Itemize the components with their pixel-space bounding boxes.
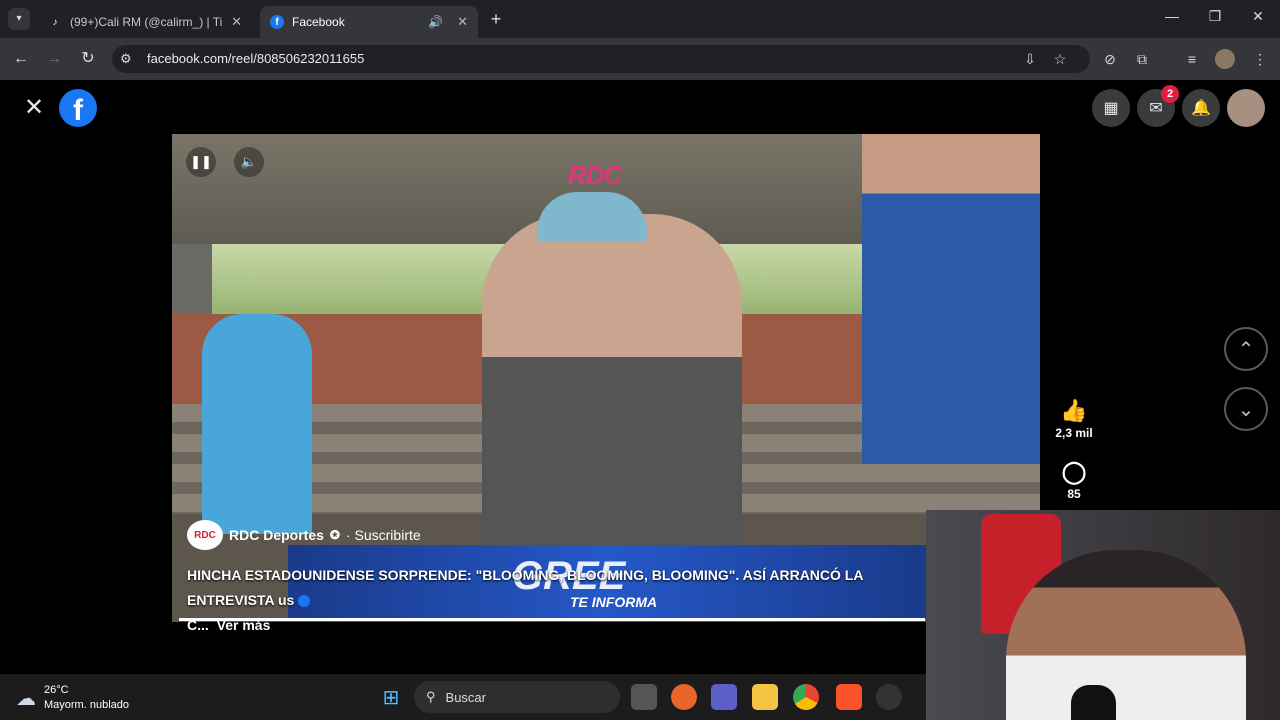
person-cap <box>537 192 647 242</box>
speaker-icon[interactable]: 🔊 <box>428 15 443 29</box>
obs-icon[interactable] <box>876 684 902 710</box>
menu-grid-icon[interactable]: ▦ <box>1092 89 1130 127</box>
tab-title: Facebook <box>292 15 345 29</box>
channel-info: RDC RDC Deportes ✪ · Suscribirte <box>187 520 421 550</box>
tiktok-icon: ♪ <box>52 16 58 28</box>
search-placeholder: Buscar <box>445 689 486 705</box>
task-view-icon[interactable] <box>631 684 657 710</box>
like-action[interactable]: 👍 2,3 mil <box>1052 398 1096 440</box>
weather-condition: Mayorm. nublado <box>44 699 129 711</box>
back-icon[interactable]: ← <box>10 48 32 70</box>
comment-icon[interactable]: ◯ <box>1052 459 1096 485</box>
person-left <box>202 314 312 534</box>
media-controls-icon[interactable]: ≡ <box>1182 49 1202 69</box>
rdc-watermark: RDC <box>568 160 622 190</box>
tab-tiktok[interactable]: ♪ (99+)Cali RM (@calirm_) | TikTo ✕ <box>38 6 252 38</box>
next-reel-button[interactable]: ⌄ <box>1224 387 1268 431</box>
taskbar-search[interactable]: ⚲ Buscar <box>414 681 620 713</box>
caption-text: HINCHA ESTADOUNIDENSE SORPRENDE: "BLOOMI… <box>187 567 863 608</box>
verified-icon: ✪ <box>329 528 340 542</box>
video-progress-bar[interactable] <box>179 618 925 621</box>
close-icon[interactable]: ✕ <box>22 96 46 120</box>
weather-widget[interactable]: ☁ 26°C Mayorm. nublado <box>16 683 129 713</box>
profile-avatar[interactable] <box>1215 49 1235 69</box>
tab-title: (99+)Cali RM (@calirm_) | TikTo <box>70 15 223 29</box>
video-caption: HINCHA ESTADOUNIDENSE SORPRENDE: "BLOOMI… <box>187 563 917 638</box>
facebook-logo[interactable]: f <box>59 89 97 127</box>
cloud-icon: ☁ <box>16 687 36 710</box>
teams-icon[interactable] <box>711 684 737 710</box>
facebook-icon: f <box>270 15 284 29</box>
close-window-icon[interactable]: ✕ <box>1246 8 1270 30</box>
brave-icon[interactable] <box>836 684 862 710</box>
channel-avatar[interactable]: RDC <box>187 520 223 550</box>
account-avatar[interactable] <box>1227 89 1265 127</box>
extension-off-icon[interactable]: ⊘ <box>1100 49 1120 69</box>
comment-count: 85 <box>1067 487 1081 501</box>
extensions-icon[interactable]: ⧉ <box>1132 49 1152 69</box>
like-count: 2,3 mil <box>1055 426 1093 440</box>
pause-button[interactable]: ❚❚ <box>186 147 216 177</box>
forward-icon[interactable]: → <box>43 48 65 70</box>
new-tab-button[interactable]: + <box>486 9 506 29</box>
bookmark-star-icon[interactable]: ☆ <box>1050 49 1070 69</box>
messenger-badge: 2 <box>1161 85 1179 103</box>
webcam-overlay <box>926 510 1280 720</box>
person-right <box>862 134 1040 464</box>
volume-button[interactable]: 🔈 <box>234 147 264 177</box>
caption-dot-icon <box>298 595 311 608</box>
more-menu-icon[interactable]: ⋮ <box>1250 49 1270 69</box>
url-text[interactable]: facebook.com/reel/808506232011655 <box>147 51 364 66</box>
comment-action[interactable]: ◯ 85 <box>1052 459 1096 501</box>
site-info-icon[interactable]: ⚙ <box>120 51 132 67</box>
weather-text: 26°C Mayorm. nublado <box>44 683 129 713</box>
file-explorer-icon[interactable] <box>752 684 778 710</box>
previous-reel-button[interactable]: ⌃ <box>1224 327 1268 371</box>
channel-name[interactable]: RDC Deportes <box>229 527 324 543</box>
close-tab-icon[interactable]: ✕ <box>457 14 468 30</box>
windows-start-icon[interactable]: ⊞ <box>378 684 404 710</box>
tab-search-button[interactable]: ▾ <box>8 8 30 30</box>
subscribe-link[interactable]: · Suscribirte <box>346 527 421 543</box>
chrome-icon[interactable] <box>793 684 819 710</box>
firefox-icon[interactable] <box>671 684 697 710</box>
minimize-icon[interactable]: — <box>1160 8 1184 30</box>
notifications-icon[interactable]: 🔔 <box>1182 89 1220 127</box>
like-icon[interactable]: 👍 <box>1052 398 1096 424</box>
install-app-icon[interactable]: ⇩ <box>1020 49 1040 69</box>
restore-icon[interactable]: ❐ <box>1203 8 1227 30</box>
tab-facebook[interactable]: f Facebook 🔊 ✕ <box>260 6 478 38</box>
close-tab-icon[interactable]: ✕ <box>231 14 242 30</box>
temperature: 26°C <box>44 684 69 696</box>
reload-icon[interactable]: ↻ <box>77 48 99 70</box>
search-icon: ⚲ <box>426 689 436 704</box>
microphone <box>1071 685 1116 720</box>
